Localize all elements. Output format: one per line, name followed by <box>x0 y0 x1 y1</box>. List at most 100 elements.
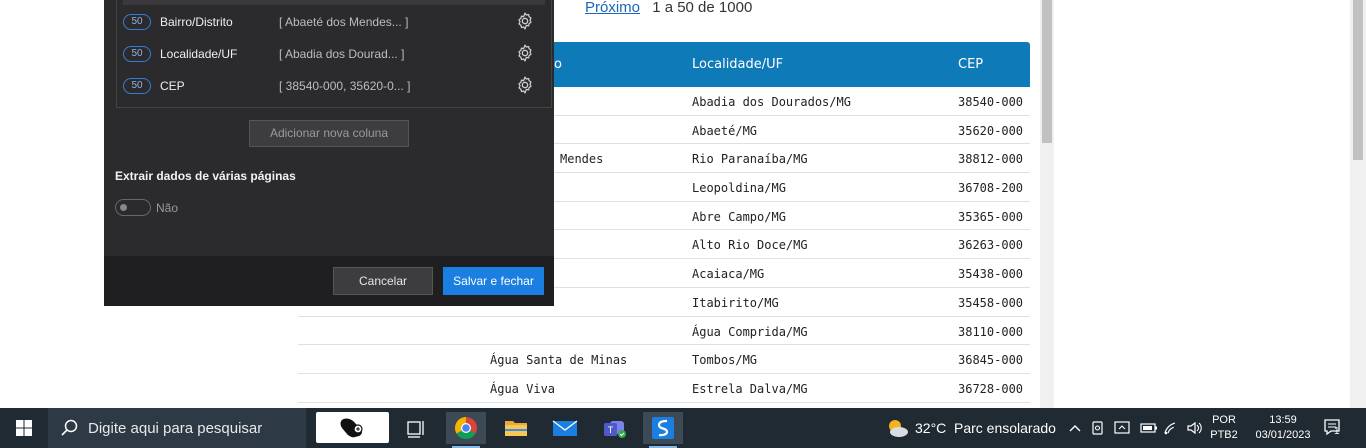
search-icon <box>61 419 78 436</box>
search-highlight-icon <box>340 418 363 438</box>
column-item[interactable]: 50 CEP [ 38540-000, 35620-0... ] <box>117 70 553 100</box>
window-scrollbar-thumb[interactable] <box>1353 0 1363 160</box>
weather-widget[interactable]: 32°C Parc ensolarado <box>884 416 1064 440</box>
cell-cep: 38812-000 <box>958 152 1024 167</box>
screen-capture-icon[interactable] <box>1113 420 1131 436</box>
column-count-badge: 50 <box>123 78 151 94</box>
page-scrollbar[interactable] <box>1040 0 1054 408</box>
taskbar-mail[interactable] <box>545 412 585 444</box>
automation-app-icon <box>652 417 674 439</box>
gear-icon[interactable] <box>515 11 535 31</box>
cell-localidade: Abaeté/MG <box>692 123 758 138</box>
column-list-scroll-edge <box>123 0 545 5</box>
cell-cep: 35438-000 <box>958 267 1024 282</box>
notification-count: 1 <box>1334 426 1340 437</box>
wifi-icon[interactable] <box>1163 420 1181 436</box>
chrome-icon <box>455 417 477 439</box>
multi-page-toggle[interactable] <box>115 199 151 216</box>
notification-center-button[interactable]: 1 <box>1322 416 1344 445</box>
cell-cep: 36708-200 <box>958 181 1024 196</box>
taskbar-app-s[interactable] <box>643 412 683 448</box>
column-item[interactable]: 50 Localidade/UF [ Abadia dos Dourad... … <box>117 38 553 68</box>
task-view-button[interactable] <box>396 412 436 444</box>
search-placeholder: Digite aqui para pesquisar <box>88 420 263 437</box>
multi-page-label: Extrair dados de várias páginas <box>115 169 296 183</box>
cancel-button[interactable]: Cancelar <box>333 267 433 295</box>
weather-temperature: 32°C <box>915 420 947 436</box>
mail-icon <box>552 420 578 436</box>
taskbar: Digite aqui para pesquisar T 32°C Parc e… <box>0 408 1366 448</box>
pager: Próximo 1 a 50 de 1000 <box>585 0 752 18</box>
cell-localidade: Tombos/MG <box>692 353 758 368</box>
table-row: Água Viva Estrela Dalva/MG 36728-000 <box>298 374 1030 403</box>
folder-icon <box>505 421 527 436</box>
cell-localidade: Abre Campo/MG <box>692 209 786 224</box>
dialog-footer: Cancelar Salvar e fechar <box>104 256 554 306</box>
chevron-up-icon[interactable] <box>1068 420 1082 436</box>
keyboard-layout: PTB2 <box>1210 429 1238 441</box>
taskbar-teams[interactable]: T <box>594 412 634 444</box>
header-localidade[interactable]: Localidade/UF <box>692 57 783 72</box>
save-and-close-button[interactable]: Salvar e fechar <box>443 267 544 295</box>
volume-icon[interactable] <box>1186 420 1204 436</box>
cell-cep: 38110-000 <box>958 324 1024 339</box>
toggle-knob <box>120 204 127 211</box>
page-scrollbar-thumb[interactable] <box>1042 0 1052 143</box>
taskbar-search-box[interactable]: Digite aqui para pesquisar <box>48 408 306 448</box>
column-name: Bairro/Distrito <box>160 15 233 29</box>
header-cep[interactable]: CEP <box>958 57 983 72</box>
cell-localidade: Acaiaca/MG <box>692 267 765 282</box>
cell-cep: 35458-000 <box>958 295 1024 310</box>
search-highlight-button[interactable] <box>316 412 389 443</box>
battery-icon[interactable] <box>1139 420 1159 436</box>
gear-icon[interactable] <box>515 43 535 63</box>
column-count-badge: 50 <box>123 14 151 30</box>
toggle-state-label: Não <box>156 201 179 215</box>
weather-sun-cloud-icon <box>889 420 908 437</box>
task-view-icon <box>407 421 424 438</box>
cell-localidade: Itabirito/MG <box>692 295 779 310</box>
svg-text:T: T <box>608 425 614 435</box>
cell-localidade: Alto Rio Doce/MG <box>692 238 808 253</box>
taskbar-file-explorer[interactable] <box>496 412 536 444</box>
cell-cep: 36728-000 <box>958 381 1024 396</box>
column-preview: [ Abadia dos Dourad... ] <box>279 47 405 61</box>
column-preview: [ 38540-000, 35620-0... ] <box>279 79 411 93</box>
taskbar-clock[interactable]: 13:59 03/01/2023 <box>1254 413 1312 443</box>
clock-time: 13:59 <box>1269 414 1297 426</box>
column-preview: [ Abaeté dos Mendes... ] <box>279 15 409 29</box>
windows-start-icon[interactable] <box>0 408 48 448</box>
table-row: Água Comprida/MG 38110-000 <box>298 317 1030 346</box>
table-row: Água Santa de Minas Tombos/MG 36845-000 <box>298 345 1030 374</box>
extract-data-dialog: 50 Bairro/Distrito [ Abaeté dos Mendes..… <box>104 0 554 306</box>
input-language-indicator[interactable]: POR PTB2 <box>1209 413 1239 443</box>
column-name: Localidade/UF <box>160 47 238 61</box>
cell-bairro: Água Santa de Minas <box>490 353 628 368</box>
cell-bairro: Água Viva <box>490 381 556 396</box>
cell-localidade: Rio Paranaíba/MG <box>692 152 808 167</box>
column-count-badge: 50 <box>123 46 151 62</box>
cell-cep: 35620-000 <box>958 123 1024 138</box>
language-code: POR <box>1212 414 1236 426</box>
clock-date: 03/01/2023 <box>1255 429 1311 441</box>
gear-icon[interactable] <box>515 75 535 95</box>
column-item[interactable]: 50 Bairro/Distrito [ Abaeté dos Mendes..… <box>117 6 553 36</box>
column-list: 50 Bairro/Distrito [ Abaeté dos Mendes..… <box>116 0 552 108</box>
notification-icon <box>1324 419 1340 436</box>
cell-localidade: Água Comprida/MG <box>692 324 808 339</box>
cell-bairro: Mendes <box>560 152 604 167</box>
next-page-link[interactable]: Próximo <box>585 0 640 16</box>
cell-cep: 36263-000 <box>958 238 1024 253</box>
taskbar-chrome[interactable] <box>446 412 486 448</box>
weather-description: Parc ensolarado <box>954 420 1056 436</box>
teams-icon: T <box>604 421 626 438</box>
meet-now-icon[interactable] <box>1090 420 1106 436</box>
cell-localidade: Leopoldina/MG <box>692 181 786 196</box>
page-range: 1 a 50 de 1000 <box>652 0 753 16</box>
cell-localidade: Abadia dos Dourados/MG <box>692 95 851 109</box>
window-scrollbar[interactable] <box>1350 0 1366 408</box>
column-name: CEP <box>160 79 185 93</box>
cell-cep: 35365-000 <box>958 209 1024 224</box>
add-column-button[interactable]: Adicionar nova coluna <box>249 120 409 147</box>
cell-localidade: Estrela Dalva/MG <box>692 381 808 396</box>
